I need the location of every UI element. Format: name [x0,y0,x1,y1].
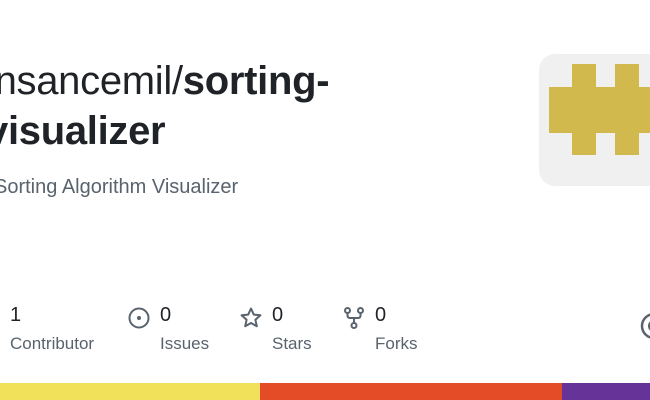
repo-title[interactable]: insancemil/sorting-visualizer [0,56,506,156]
stars-count: 0 [272,304,284,326]
issue-opened-icon [128,307,150,329]
repo-forked-icon [344,307,364,329]
repo-description: Sorting Algorithm Visualizer [0,176,239,198]
language-bar-segment [0,383,260,400]
language-bar-segment [562,383,650,400]
repo-owner[interactable]: insancemil/ [0,59,183,103]
stars-label: Stars [272,334,312,353]
language-bar [0,383,650,400]
identicon-icon [549,64,650,155]
star-icon [240,307,262,328]
forks-label: Forks [375,334,418,353]
forks-count: 0 [375,304,387,326]
language-bar-segment [260,383,563,400]
contributors-label: Contributor [10,334,95,353]
issues-label: Issues [160,334,210,353]
contributors-count: 1 [10,304,22,326]
issues-count: 0 [160,304,172,326]
repo-social-card: insancemil/sorting-visualizer Sorting Al… [0,0,650,400]
avatar [539,54,650,186]
github-logo-icon [640,313,650,339]
